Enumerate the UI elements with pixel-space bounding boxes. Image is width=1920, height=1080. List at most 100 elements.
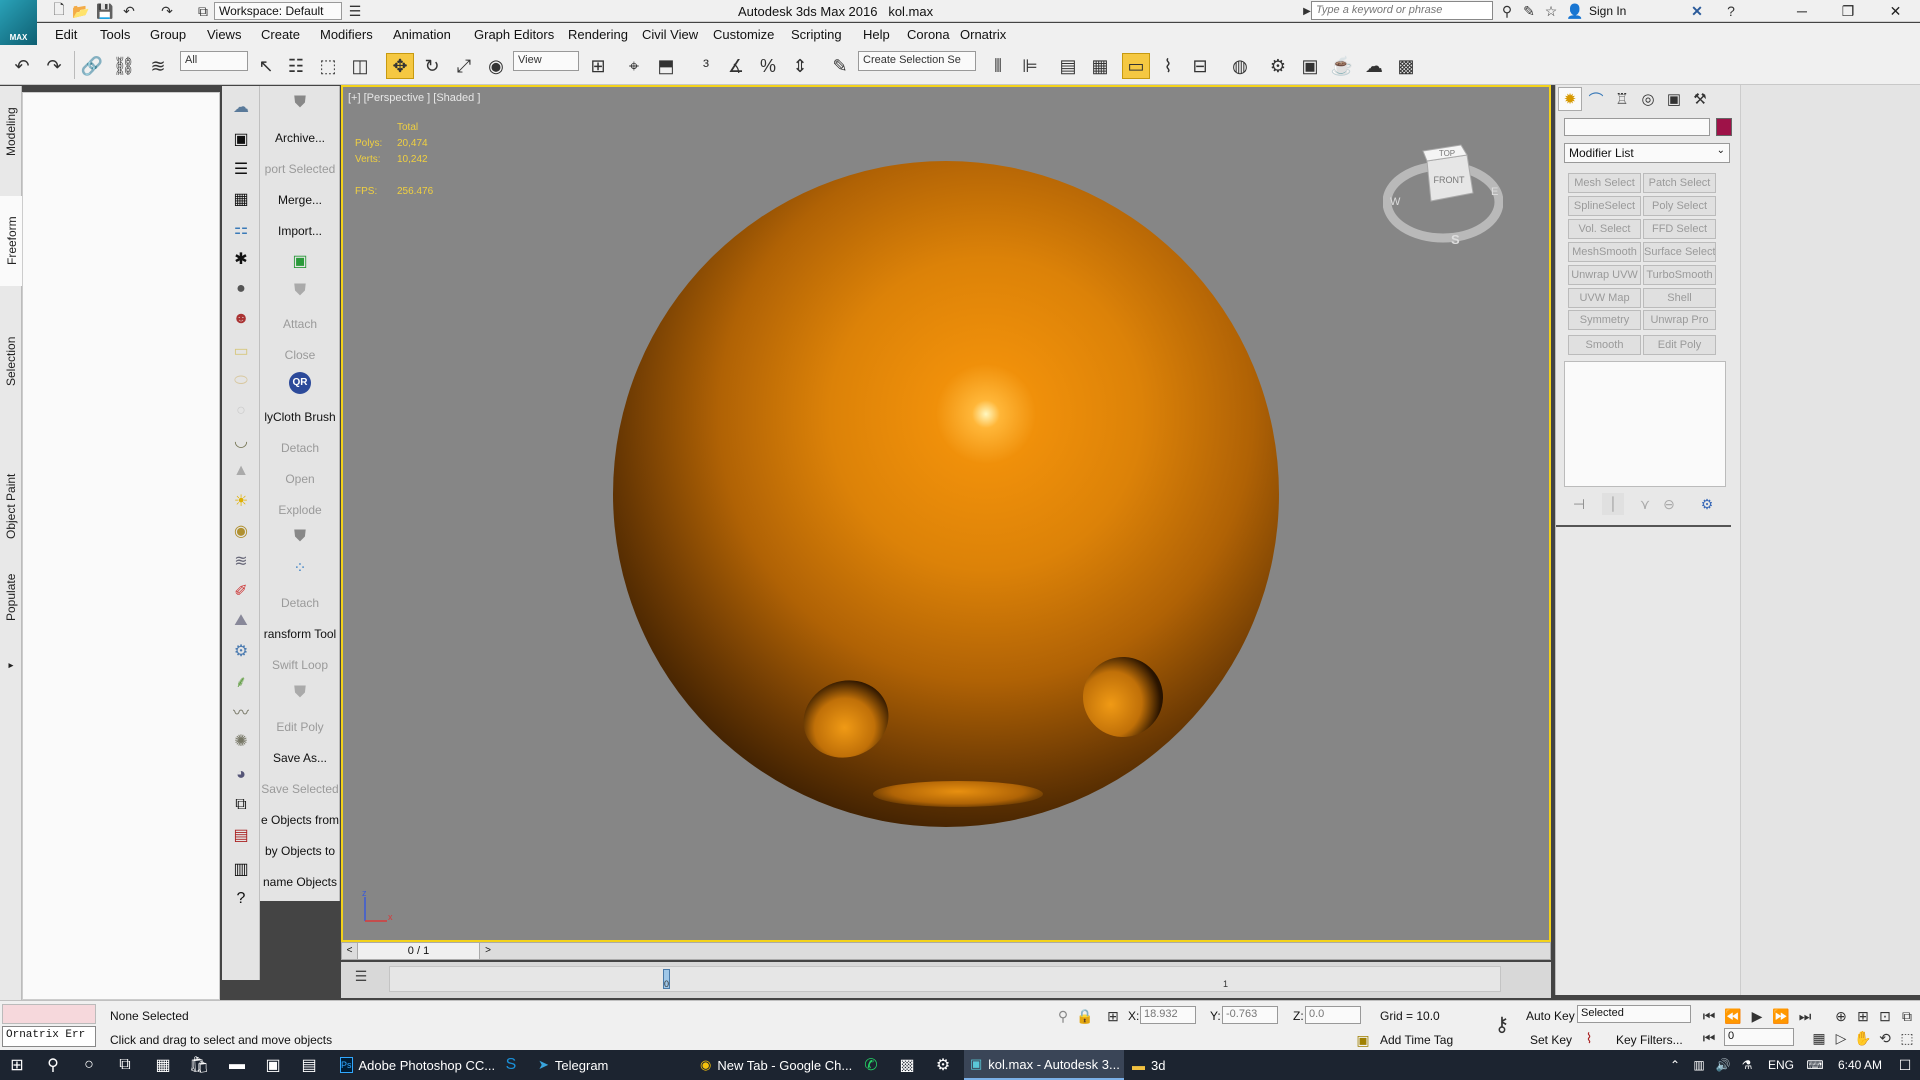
cloth-icon[interactable]: ☁ (228, 94, 254, 120)
help-circle-icon[interactable]: ? (228, 886, 254, 912)
sign-in-button[interactable]: Sign In (1589, 4, 1626, 18)
field-of-view-icon[interactable]: ▷ (1830, 1027, 1852, 1049)
mod-unwrap-pro[interactable]: Unwrap Pro (1643, 310, 1716, 330)
viewcube-top-label[interactable]: TOP (1439, 149, 1455, 158)
schematic-view-icon[interactable]: ⊟ (1186, 53, 1214, 79)
save-file-icon[interactable]: 💾 (94, 0, 116, 22)
taskbar-chrome[interactable]: ◉ New Tab - Google Ch... (694, 1050, 854, 1080)
render-activeshade-icon[interactable]: ▩ (1392, 53, 1420, 79)
menu-scripting[interactable]: Scripting (791, 27, 842, 42)
remove-modifier-icon[interactable]: ⊖ (1658, 493, 1680, 515)
close-button[interactable]: ✕ (1871, 0, 1920, 22)
menu-graph-editors[interactable]: Graph Editors (474, 27, 554, 42)
qr-icon[interactable]: QR (260, 372, 340, 394)
brush-icon[interactable]: ✐ (228, 578, 254, 604)
panel-toggle-icon[interactable]: ▥ (228, 856, 254, 882)
percent-snap-icon[interactable]: % (754, 53, 782, 79)
current-frame-field[interactable]: 0 (1724, 1028, 1794, 1046)
skype-icon[interactable]: S (496, 1050, 526, 1080)
cmd-transform-tool[interactable]: ransform Tool (260, 627, 340, 641)
snaps-toggle-icon[interactable]: ³ (692, 53, 720, 79)
configure-modifier-sets-icon[interactable]: ⚙ (1696, 493, 1718, 515)
menu-edit[interactable]: Edit (55, 27, 77, 42)
layers-stack-icon[interactable]: ⧉ (228, 792, 254, 818)
object-name-input[interactable] (1564, 118, 1710, 136)
mod-shell[interactable]: Shell (1643, 288, 1716, 308)
object-color-swatch[interactable] (1716, 118, 1732, 136)
search-icon[interactable]: ⚲ (38, 1050, 68, 1080)
set-key-button[interactable]: Set Key (1530, 1033, 1572, 1047)
time-configuration-icon[interactable]: ▦ (1808, 1027, 1830, 1049)
subscription-icon[interactable]: ✎ (1518, 0, 1540, 22)
select-and-place-icon[interactable]: ◉ (482, 53, 510, 79)
redo-icon[interactable]: ↷ (156, 0, 178, 22)
select-by-name-icon[interactable]: ☷ (282, 53, 310, 79)
select-object-icon[interactable]: ↖ (252, 53, 280, 79)
track-bar[interactable]: ☰ 0 1 (341, 962, 1551, 998)
select-and-move-icon[interactable]: ✥ (386, 53, 414, 79)
user-icon[interactable]: 👤 (1564, 0, 1586, 22)
mod-poly-select[interactable]: Poly Select (1643, 196, 1716, 216)
hierarchy-tab-icon[interactable]: ♖ (1610, 87, 1634, 111)
taskbar-telegram[interactable]: ➤ Telegram (532, 1050, 692, 1080)
zoom-icon[interactable]: ⊕ (1830, 1005, 1852, 1027)
menu-tools[interactable]: Tools (100, 27, 130, 42)
bowl-icon[interactable]: ◡ (228, 428, 254, 454)
display-tab-icon[interactable]: ▣ (1662, 87, 1686, 111)
key-icon[interactable]: ⚷ (1488, 1013, 1516, 1036)
time-tag-icon[interactable]: ▣ (1352, 1029, 1374, 1051)
mod-patch-select[interactable]: Patch Select (1643, 173, 1716, 193)
green-display-icon[interactable]: ▣ (260, 251, 340, 271)
utilities-tab-icon[interactable]: ⚒ (1688, 87, 1712, 111)
monitor-app-icon[interactable]: ▣ (258, 1050, 288, 1080)
new-file-icon[interactable]: 🗋 (48, 0, 70, 22)
language-indicator[interactable]: ENG (1768, 1050, 1794, 1080)
viewport-label[interactable]: [+] [Perspective ] [Shaded ] (348, 92, 480, 104)
viewcube-front-label[interactable]: FRONT (1434, 175, 1465, 185)
tab-modeling[interactable]: Modeling (0, 96, 22, 168)
task-view-icon[interactable]: ⧉ (110, 1050, 140, 1080)
grid-icon[interactable]: ⚏ (228, 216, 254, 242)
select-manipulate-icon[interactable]: ⌖ (620, 53, 648, 79)
exchange-icon[interactable]: ✕ (1686, 0, 1708, 22)
file-explorer-icon[interactable]: ▬ (222, 1050, 252, 1080)
angle-snap-icon[interactable]: ∡ (722, 53, 750, 79)
select-link-icon[interactable]: 🔗 (78, 53, 106, 79)
cmd-objects-from[interactable]: e Objects from (260, 813, 340, 827)
spinner-snap-icon[interactable]: ⇕ (786, 53, 814, 79)
whatsapp-icon[interactable]: ✆ (856, 1050, 886, 1080)
open-file-icon[interactable]: 📂 (70, 0, 92, 22)
app-dark-icon[interactable]: ▩ (892, 1050, 922, 1080)
zoom-all-icon[interactable]: ⊞ (1852, 1005, 1874, 1027)
mod-smooth[interactable]: Smooth (1568, 335, 1641, 355)
windows-start-icon[interactable]: ⊞ (2, 1050, 32, 1080)
mod-mesh-select[interactable]: Mesh Select (1568, 173, 1641, 193)
undo-icon[interactable]: ↶ (118, 0, 140, 22)
orange-sphere-object[interactable] (613, 161, 1279, 827)
table-icon[interactable]: ▦ (228, 186, 254, 212)
cmd-detach[interactable]: Detach (260, 441, 340, 455)
pivot-center-icon[interactable]: ⊞ (584, 53, 612, 79)
ribbon-expand-icon[interactable]: ◂ (0, 654, 22, 678)
app-logo-button[interactable]: MAX (0, 0, 37, 45)
toggle-ribbon-icon[interactable]: ▦ (1086, 53, 1114, 79)
spider-icon[interactable]: ✱ (228, 246, 254, 272)
menu-rendering[interactable]: Rendering (568, 27, 628, 42)
absolute-mode-icon[interactable]: ⊞ (1102, 1005, 1124, 1027)
mod-unwrap-uvw[interactable]: Unwrap UVW (1568, 265, 1641, 285)
app-gear-icon[interactable]: ⚙ (928, 1050, 958, 1080)
compass-east-label[interactable]: E (1491, 186, 1498, 198)
mod-edit-poly[interactable]: Edit Poly (1643, 335, 1716, 355)
maxscript-listener-input[interactable]: Ornatrix Err (2, 1026, 96, 1047)
compass-west-label[interactable]: W (1390, 196, 1401, 208)
viewcube-widget[interactable]: TOP FRONT W E S (1383, 137, 1503, 247)
restore-button[interactable]: ❐ (1825, 0, 1871, 22)
menu-views[interactable]: Views (207, 27, 241, 42)
sun-icon[interactable]: ☀ (228, 488, 254, 514)
motion-tab-icon[interactable]: ◎ (1636, 87, 1660, 111)
cmd-export-selected[interactable]: port Selected (260, 162, 340, 176)
menu-modifiers[interactable]: Modifiers (320, 27, 373, 42)
sphere-dark-icon[interactable]: ● (228, 276, 254, 302)
ball-icon[interactable]: ◕ (228, 762, 254, 788)
select-and-rotate-icon[interactable]: ↻ (418, 53, 446, 79)
